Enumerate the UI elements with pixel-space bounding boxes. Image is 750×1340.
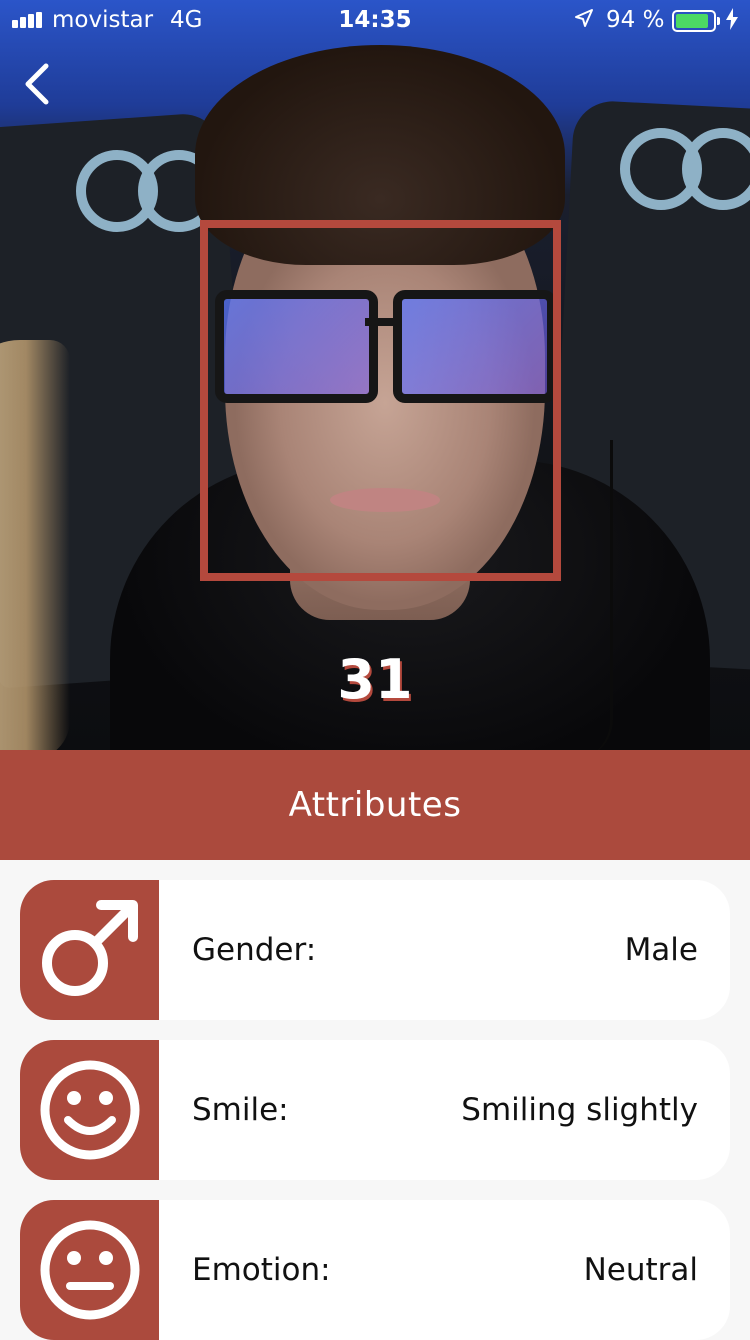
neutral-face-icon	[40, 1220, 139, 1320]
face-photo: 31	[0, 0, 750, 750]
battery-icon	[672, 10, 720, 32]
face-detection-box	[200, 220, 561, 581]
battery-percent: 94 %	[606, 7, 665, 33]
chevron-left-icon	[25, 63, 49, 105]
attribute-label: Gender:	[192, 932, 317, 968]
attribute-label: Emotion:	[192, 1252, 331, 1288]
attribute-row-emotion: Emotion: Neutral	[20, 1200, 730, 1340]
attributes-title: Attributes	[288, 785, 462, 825]
status-bar: movistar 4G 14:35 94 %	[0, 0, 750, 40]
attributes-header: Attributes	[0, 750, 750, 860]
attribute-value: Neutral	[583, 1252, 698, 1288]
smiling-face-icon	[40, 1060, 139, 1160]
location-arrow-icon	[575, 9, 593, 27]
attribute-row-smile: Smile: Smiling slightly	[20, 1040, 730, 1180]
attribute-icon-box	[20, 880, 159, 1020]
attribute-icon-box	[20, 1200, 159, 1340]
estimated-age: 31	[337, 648, 413, 711]
attribute-row-gender: Gender: Male	[20, 880, 730, 1020]
back-button[interactable]	[14, 58, 64, 108]
male-symbol-icon	[41, 900, 138, 996]
charging-bolt-icon	[726, 8, 738, 30]
attribute-icon-box	[20, 1040, 159, 1180]
attribute-value: Male	[624, 932, 698, 968]
attribute-value: Smiling slightly	[461, 1092, 698, 1128]
attribute-label: Smile:	[192, 1092, 289, 1128]
